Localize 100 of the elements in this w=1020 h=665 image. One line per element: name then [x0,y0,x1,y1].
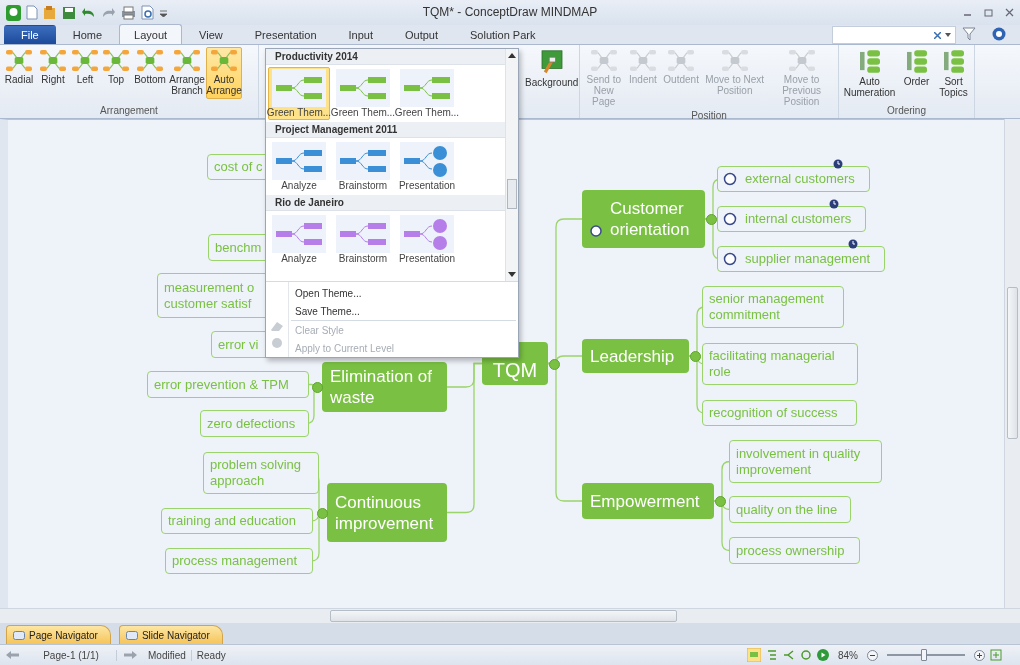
undo-icon[interactable] [81,6,96,19]
filter-icon[interactable] [962,27,976,41]
collapse-toggle-icon[interactable] [317,507,328,519]
ribbon-tab[interactable]: Output [390,25,454,44]
group-label: Arrangement [99,105,159,118]
theme-preview [336,69,390,107]
ribbon-button[interactable]: Bottom [132,47,168,88]
zoom-in-icon[interactable] [974,649,985,661]
theme-label: Analyze [281,180,317,191]
ribbon-button[interactable]: Auto Numeration [841,47,898,101]
ribbon-button[interactable]: Left [70,47,100,88]
ribbon-tab[interactable]: Layout [119,24,183,44]
print-preview-icon[interactable] [141,5,155,20]
redo-icon[interactable] [101,6,116,19]
section-header: Rio de Janeiro [266,195,505,211]
zoom-out-icon[interactable] [867,649,878,661]
ribbon-button[interactable]: Right [37,47,69,88]
theme-option[interactable]: Brainstorm [332,213,394,266]
stacked-topics-icon [906,50,927,73]
save-icon[interactable] [62,5,76,20]
clock-icon [833,159,843,169]
menu-item[interactable]: Save Theme... [289,302,518,320]
ribbon-tab[interactable]: Input [333,25,388,44]
ribbon-button[interactable]: Background [523,47,581,91]
ribbon-button[interactable]: Radial [2,47,36,88]
dropdown-arrow-icon[interactable] [945,33,951,37]
theme-option[interactable]: Green Them... [396,67,458,120]
app-logo-icon[interactable] [6,4,21,21]
group-label: Ordering [886,105,927,118]
collapse-toggle-icon[interactable] [715,496,726,507]
print-icon[interactable] [121,5,136,20]
clear-icon[interactable] [934,31,941,39]
ribbon-tab[interactable]: Solution Park [455,25,551,44]
vertical-scrollbar[interactable] [1004,119,1020,608]
stacked-topics-icon [859,50,880,73]
file-menu-tab[interactable]: File [4,25,56,44]
theme-option[interactable]: Presentation [396,213,458,266]
play-icon[interactable] [817,649,829,661]
ribbon-tab[interactable]: Presentation [239,25,332,44]
dropdown-arrow-icon[interactable] [160,8,167,17]
page-icon [13,630,25,640]
ribbon-button[interactable]: Order [899,47,935,90]
page-indicator: Page-1 (1/1) [26,649,117,661]
menu-item[interactable]: Open Theme... [289,284,518,302]
theme-preview [272,215,326,253]
collapse-toggle-icon[interactable] [312,382,323,393]
modified-status: Modified [143,649,192,661]
theme-option[interactable]: Presentation [396,140,458,193]
folder-icon[interactable] [43,5,57,20]
theme-preview [272,142,326,180]
theme-label: Presentation [398,180,456,191]
layout-icon [590,50,617,71]
ribbon-button[interactable]: Top [101,47,131,88]
theme-option[interactable]: Brainstorm [332,140,394,193]
horizontal-scrollbar[interactable] [0,608,1020,623]
branch-icon[interactable] [783,649,795,661]
help-icon[interactable] [992,27,1006,41]
scroll-down-icon[interactable] [507,269,517,279]
navigator-tab[interactable]: Page Navigator [6,625,111,644]
ribbon-tab[interactable]: View [184,25,238,44]
window-title: TQM* - ConceptDraw MINDMAP [421,5,599,19]
scrollbar-thumb[interactable] [507,179,517,209]
theme-label: Analyze [281,253,317,264]
ribbon-button[interactable]: Arrange Branch [169,47,205,99]
theme-label: Presentation [398,253,456,264]
layout-icon [721,50,748,71]
gallery-scrollbar[interactable] [505,49,518,281]
zoom-slider-thumb[interactable] [921,649,928,661]
theme-preview [400,69,454,107]
layout-icon [137,50,163,71]
scrollbar-thumb[interactable] [330,610,677,622]
outline-icon[interactable] [766,649,778,661]
theme-label: Green Them... [330,107,396,118]
layout-icon [788,50,815,71]
scrollbar-thumb[interactable] [1007,287,1018,439]
page-icon [125,630,138,640]
navigator-tab[interactable]: Slide Navigator [118,625,223,644]
layout-icon [629,50,656,71]
search-field[interactable] [832,26,956,44]
theme-preview [336,142,390,180]
new-document-icon[interactable] [26,5,38,20]
layout-icon [174,50,200,71]
collapse-toggle-icon[interactable] [549,359,560,370]
layout-icon [668,50,695,71]
close-icon[interactable] [1005,8,1014,17]
theme-preview [272,69,326,107]
theme-option[interactable]: Green Them... [332,67,394,120]
arrow-left-icon[interactable] [6,650,20,660]
restore-icon[interactable] [984,8,993,17]
ribbon-tab[interactable]: Home [57,25,118,44]
arrow-right-icon[interactable] [123,650,137,660]
fit-page-icon[interactable] [990,649,1002,661]
ribbon-button[interactable]: Auto Arrange [206,47,242,99]
scroll-up-icon[interactable] [507,51,517,61]
collapse-toggle-icon[interactable] [690,351,701,362]
layout-icon [72,50,98,71]
theme-label: Green Them... [394,107,460,118]
ribbon-button[interactable]: Sort Topics [935,47,972,101]
theme-preview [336,215,390,253]
view-mode-icon[interactable] [747,648,761,662]
